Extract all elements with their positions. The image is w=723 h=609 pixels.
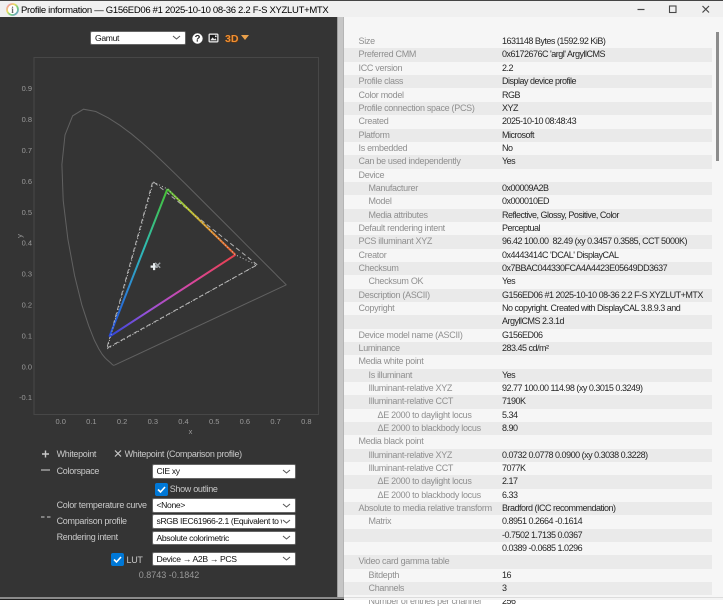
svg-text:0.8: 0.8 [301, 417, 311, 426]
svg-text:0.7: 0.7 [270, 417, 280, 426]
svg-text:0.5: 0.5 [209, 417, 219, 426]
svg-text:?: ? [195, 33, 201, 43]
svg-text:x: x [189, 427, 193, 436]
svg-text:0.2: 0.2 [22, 301, 32, 310]
svg-text:0.0: 0.0 [55, 417, 65, 426]
svg-text:0.7: 0.7 [22, 146, 32, 155]
svg-text:0.1: 0.1 [86, 417, 96, 426]
svg-text:0.4: 0.4 [178, 417, 188, 426]
svg-text:0.4: 0.4 [22, 239, 32, 248]
svg-text:0.1: 0.1 [22, 331, 32, 340]
svg-text:0.9: 0.9 [22, 84, 32, 93]
svg-text:0.0: 0.0 [22, 362, 32, 371]
svg-text:0.3: 0.3 [22, 270, 32, 279]
svg-text:0.6: 0.6 [240, 417, 250, 426]
svg-text:y: y [15, 234, 24, 238]
svg-text:0.6: 0.6 [22, 177, 32, 186]
svg-text:0.2: 0.2 [117, 417, 127, 426]
svg-text:-0.1: -0.1 [19, 393, 32, 402]
svg-text:0.8: 0.8 [22, 115, 32, 124]
svg-text:0.5: 0.5 [22, 208, 32, 217]
svg-text:0.3: 0.3 [148, 417, 158, 426]
